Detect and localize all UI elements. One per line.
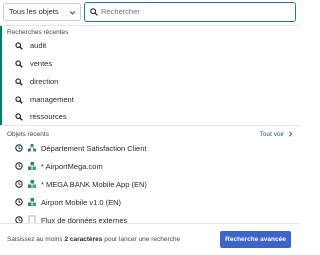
recent-object-item[interactable]: Département Satisfaction Client xyxy=(0,140,300,157)
scope-select[interactable]: Tous les objets xyxy=(3,3,81,21)
see-all-label: Tout voir xyxy=(259,131,285,138)
search-dropdown: Recherches récentes audit ventes directi… xyxy=(0,25,300,255)
see-all-link[interactable]: Tout voir xyxy=(260,131,293,138)
search-icon xyxy=(90,8,98,16)
search-icon xyxy=(15,96,23,104)
search-icon xyxy=(15,42,23,50)
cluster-icon xyxy=(27,143,37,152)
clock-icon xyxy=(15,162,23,170)
search-icon xyxy=(15,60,23,68)
stacked-blocks-icon xyxy=(28,198,36,206)
recent-search-label: audit xyxy=(30,41,47,50)
clock-icon xyxy=(15,180,23,188)
clock-icon xyxy=(15,144,23,152)
recent-objects-title: Objets récents xyxy=(7,131,49,138)
recent-search-label: ventes xyxy=(30,59,53,68)
stacked-blocks-icon xyxy=(28,180,36,188)
stacked-blocks-icon xyxy=(28,162,36,170)
recent-object-item[interactable]: * AirportMega.com xyxy=(0,158,300,175)
search-header: Tous les objets xyxy=(0,0,300,25)
search-input[interactable] xyxy=(101,5,286,18)
recent-object-item[interactable]: * MEGA BANK Mobile App (EN) xyxy=(0,176,300,193)
scope-select-value: Tous les objets xyxy=(9,7,59,16)
search-icon xyxy=(15,113,23,121)
recent-object-label: Département Satisfaction Client xyxy=(41,144,147,153)
section-divider xyxy=(0,125,300,126)
advanced-search-button[interactable]: Recherche avancée xyxy=(220,231,291,248)
chevron-right-icon xyxy=(289,131,293,137)
recent-searches-title: Recherches récentes xyxy=(7,29,69,36)
recent-search-label: management xyxy=(30,95,74,104)
clock-icon xyxy=(15,198,23,206)
recent-search-label: direction xyxy=(30,77,59,86)
recent-search-item[interactable]: audit xyxy=(0,37,300,56)
search-footer: Saisissez au moins 2 caractères pour lan… xyxy=(0,223,300,255)
recent-search-label: ressources xyxy=(30,112,67,121)
search-box[interactable] xyxy=(84,2,296,22)
recent-object-label: Airport Mobile v1.0 (EN) xyxy=(41,198,122,207)
recent-search-item[interactable]: ventes xyxy=(0,55,300,74)
recent-search-item[interactable]: direction xyxy=(0,73,300,92)
recent-object-item[interactable]: Airport Mobile v1.0 (EN) xyxy=(0,194,300,211)
search-hint: Saisissez au moins 2 caractères pour lan… xyxy=(7,236,181,243)
search-icon xyxy=(15,78,23,86)
recent-object-label: * AirportMega.com xyxy=(41,162,103,171)
recent-object-label: * MEGA BANK Mobile App (EN) xyxy=(41,180,147,189)
chevron-down-icon xyxy=(69,11,76,15)
